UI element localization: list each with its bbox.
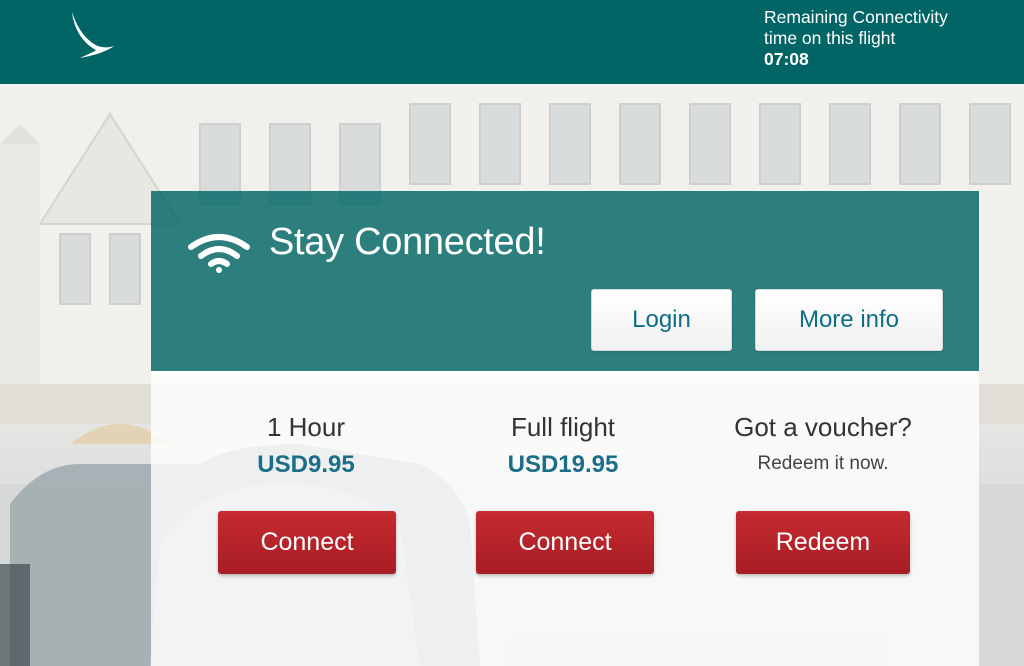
remaining-label-line2: time on this flight: [764, 28, 896, 48]
voucher-title: Got a voucher?: [734, 412, 912, 442]
login-button[interactable]: Login: [591, 289, 732, 351]
redeem-button[interactable]: Redeem: [736, 511, 910, 574]
voucher-subtitle: Redeem it now.: [757, 453, 889, 474]
wifi-icon: [188, 234, 250, 273]
connect-panel: Stay Connected! Login More info 1 Hour U…: [151, 191, 979, 666]
plan-name: Full flight: [510, 412, 616, 442]
connect-full-flight-button[interactable]: Connect: [476, 511, 654, 574]
more-info-button[interactable]: More info: [755, 289, 943, 351]
panel-title: Stay Connected!: [269, 221, 546, 263]
plan-one-hour: 1 Hour USD9.95: [211, 412, 401, 479]
remaining-connectivity: Remaining Connectivity time on this flig…: [764, 7, 1014, 70]
remaining-label-line1: Remaining Connectivity: [764, 7, 948, 27]
plan-price: USD9.95: [257, 451, 355, 478]
voucher-section: Got a voucher? Redeem it now.: [711, 412, 935, 475]
panel-header: Stay Connected! Login More info: [151, 191, 979, 371]
plan-full-flight: Full flight USD19.95: [463, 412, 663, 479]
plan-price: USD19.95: [507, 451, 619, 478]
remaining-time: 07:08: [764, 49, 809, 69]
plan-name: 1 Hour: [266, 412, 346, 442]
connect-one-hour-button[interactable]: Connect: [218, 511, 396, 574]
top-bar: Remaining Connectivity time on this flig…: [0, 0, 1024, 84]
airline-logo-icon: [72, 12, 114, 58]
